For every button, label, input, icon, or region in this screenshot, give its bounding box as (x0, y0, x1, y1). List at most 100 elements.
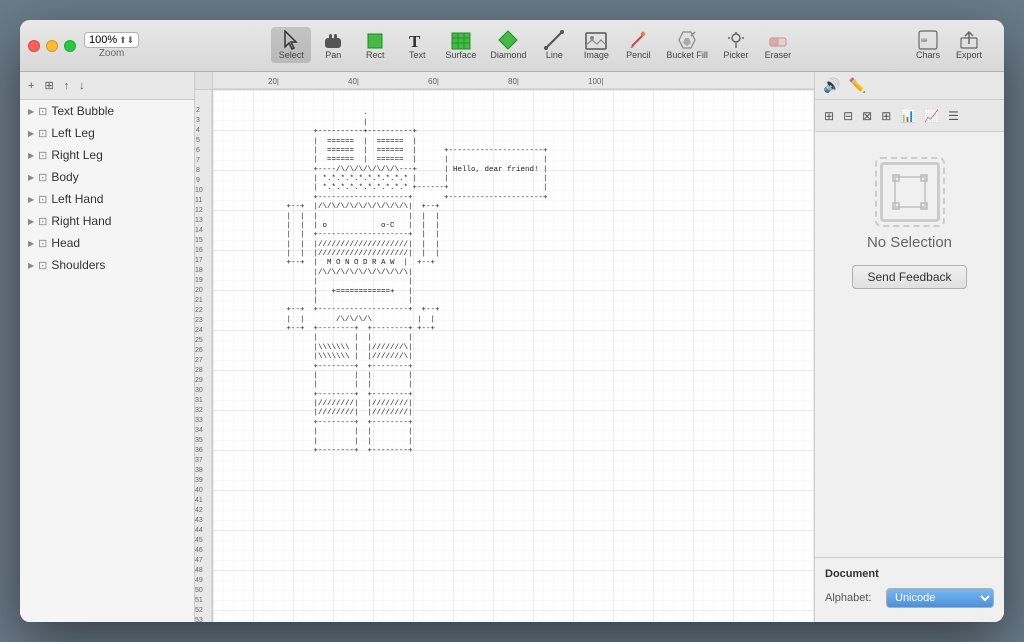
svg-text:11: 11 (195, 197, 202, 204)
layer-label: Left Hand (51, 192, 103, 206)
export-label: Export (956, 50, 982, 60)
chars-tool[interactable]: ⌨ Chars (910, 27, 946, 63)
export-tool[interactable]: Export (950, 27, 988, 63)
svg-text:34: 34 (195, 427, 203, 434)
sidebar-item-left-hand[interactable]: ▶ ⊡ Left Hand (20, 188, 194, 210)
alphabet-select[interactable]: Unicode (886, 588, 994, 608)
chars-label: Chars (916, 50, 940, 60)
pan-tool[interactable]: Pan (313, 27, 353, 63)
speaker-icon[interactable]: 🔊 (821, 75, 842, 96)
sidebar-group-btn[interactable]: ⊞ (40, 78, 57, 93)
sidebar-up-btn[interactable]: ↑ (60, 79, 74, 93)
svg-text:22: 22 (195, 307, 203, 314)
main-area: + ⊞ ↑ ↓ ▶ ⊡ Text Bubble ▶ ⊡ Left Leg ▶ ⊡… (20, 72, 1004, 622)
svg-text:13: 13 (195, 217, 203, 224)
picker-tool[interactable]: Picker (716, 27, 756, 63)
svg-text:36: 36 (195, 447, 203, 454)
diamond-tool[interactable]: Diamond (484, 27, 532, 63)
rect-tool[interactable]: Rect (355, 29, 395, 63)
svg-text:32: 32 (195, 407, 203, 414)
sidebar-add-btn[interactable]: + (24, 79, 38, 93)
bar-chart-icon[interactable]: 📊 (897, 107, 918, 125)
text-tool[interactable]: T Text (397, 27, 437, 63)
layer-label: Shoulders (51, 258, 105, 272)
image-tool[interactable]: Image (576, 29, 616, 63)
svg-text:17: 17 (195, 257, 203, 264)
minimize-button[interactable] (46, 40, 58, 52)
zoom-control[interactable]: 100% ⬆⬇ Zoom (84, 32, 139, 59)
align-toolbar: ⊞ ⊟ ⊠ ⊞ 📊 📈 ☰ (815, 100, 1004, 132)
chevron-right-icon: ▶ (28, 151, 34, 160)
close-button[interactable] (28, 40, 40, 52)
sidebar: + ⊞ ↑ ↓ ▶ ⊡ Text Bubble ▶ ⊡ Left Leg ▶ ⊡… (20, 72, 195, 622)
svg-text:8: 8 (196, 167, 200, 174)
sidebar-item-right-hand[interactable]: ▶ ⊡ Right Hand (20, 210, 194, 232)
line-tool[interactable]: Line (534, 27, 574, 63)
sidebar-item-text-bubble[interactable]: ▶ ⊡ Text Bubble (20, 100, 194, 122)
svg-text:18: 18 (195, 267, 203, 274)
align-top-icon[interactable]: ⊞ (878, 107, 894, 125)
sidebar-item-head[interactable]: ▶ ⊡ Head (20, 232, 194, 254)
no-selection-area: No Selection Send Feedback (815, 132, 1004, 557)
svg-text:7: 7 (196, 157, 200, 164)
canvas-content[interactable]: . | +----------+----------+ | ====== | =… (213, 90, 814, 622)
align-left-icon[interactable]: ⊞ (821, 107, 837, 125)
align-center-h-icon[interactable]: ⊟ (840, 107, 856, 125)
diamond-label: Diamond (490, 50, 526, 60)
main-window: 100% ⬆⬇ Zoom Select Pan (20, 20, 1004, 622)
svg-text:49: 49 (195, 577, 203, 584)
svg-text:37: 37 (195, 457, 203, 464)
align-right-icon[interactable]: ⊠ (859, 107, 875, 125)
eraser-tool[interactable]: Eraser (758, 29, 798, 63)
svg-text:53: 53 (195, 617, 203, 622)
sidebar-item-body[interactable]: ▶ ⊡ Body (20, 166, 194, 188)
ruler-horizontal: 20| 40| 60| 80| 100| (213, 72, 814, 90)
svg-text:12: 12 (195, 207, 203, 214)
sidebar-toolbar: + ⊞ ↑ ↓ (20, 72, 194, 100)
align-distribute-icon[interactable]: ☰ (945, 107, 962, 125)
svg-text:14: 14 (195, 227, 203, 234)
brush-icon[interactable]: ✏️ (846, 75, 867, 96)
svg-text:39: 39 (195, 477, 203, 484)
folder-icon: ⊡ (38, 193, 47, 206)
svg-text:52: 52 (195, 607, 203, 614)
svg-text:100|: 100| (588, 77, 603, 86)
document-section: Document Alphabet: Unicode (815, 557, 1004, 622)
zoom-value: 100% (89, 34, 117, 46)
svg-text:21: 21 (195, 297, 203, 304)
sidebar-item-right-leg[interactable]: ▶ ⊡ Right Leg (20, 144, 194, 166)
svg-text:42: 42 (195, 507, 203, 514)
chevron-right-icon: ▶ (28, 129, 34, 138)
sidebar-down-btn[interactable]: ↓ (75, 79, 89, 93)
sidebar-item-left-leg[interactable]: ▶ ⊡ Left Leg (20, 122, 194, 144)
folder-icon: ⊡ (38, 149, 47, 162)
svg-text:44: 44 (195, 527, 203, 534)
pencil-tool[interactable]: Pencil (618, 27, 658, 63)
pencil-label: Pencil (626, 50, 651, 60)
svg-text:20|: 20| (268, 77, 279, 86)
bucket-fill-tool[interactable]: Bucket Fill (660, 27, 714, 63)
svg-text:24: 24 (195, 327, 203, 334)
maximize-button[interactable] (64, 40, 76, 52)
rect-icon (366, 32, 384, 50)
layer-label: Right Leg (51, 148, 102, 162)
line-icon (544, 30, 564, 50)
svg-text:27: 27 (195, 357, 203, 364)
col-chart-icon[interactable]: 📈 (921, 107, 942, 125)
bucket-icon (677, 30, 697, 50)
robot-artwork: . | +----------+----------+ | ====== | =… (273, 100, 548, 456)
svg-text:46: 46 (195, 547, 203, 554)
pan-label: Pan (325, 50, 341, 60)
export-icon (959, 30, 979, 50)
send-feedback-button[interactable]: Send Feedback (852, 265, 966, 289)
no-selection-icon (880, 162, 940, 222)
surface-label: Surface (445, 50, 476, 60)
svg-text:26: 26 (195, 347, 203, 354)
line-label: Line (546, 50, 563, 60)
surface-tool[interactable]: Surface (439, 29, 482, 63)
select-tool[interactable]: Select (271, 27, 311, 63)
chevron-right-icon: ▶ (28, 173, 34, 182)
canvas-area[interactable]: 20| 40| 60| 80| 100| 2 3 4 5 6 7 8 9 (195, 72, 814, 622)
eraser-icon (768, 32, 788, 50)
sidebar-item-shoulders[interactable]: ▶ ⊡ Shoulders (20, 254, 194, 276)
